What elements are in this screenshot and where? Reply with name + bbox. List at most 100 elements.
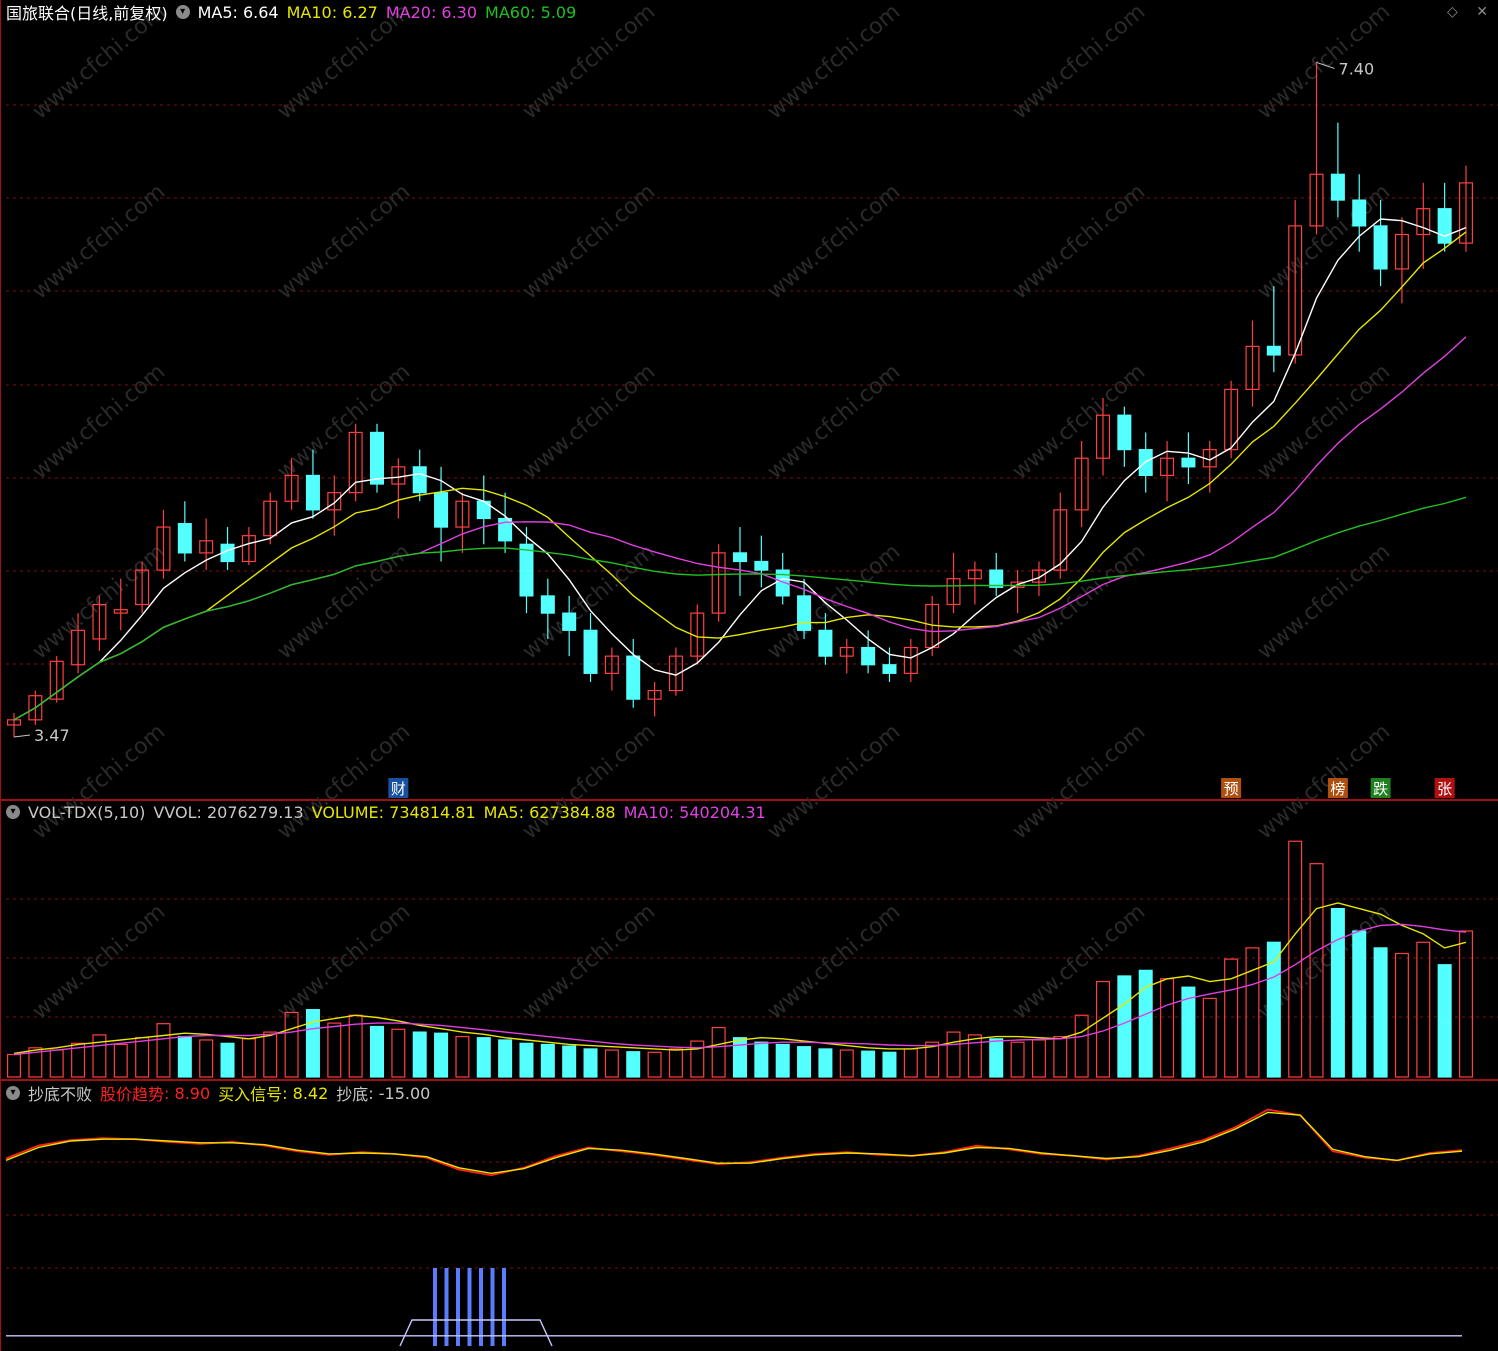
buy-signal-bar [479,1268,483,1346]
volume-bar [6,1053,22,1078]
event-marker-label: 张 [1437,780,1452,798]
volume-bar [647,1051,662,1078]
indicator-panel-toggle-icon[interactable]: ▾ [6,1086,20,1100]
close-icon[interactable]: ✕ [1476,4,1488,20]
buy-signal-bar [467,1268,472,1346]
volume-bar [241,1038,256,1078]
volume-bar [113,1043,128,1078]
volume-bar [177,1035,192,1078]
volume-bar [1181,986,1196,1078]
diamond-icon[interactable]: ◇ [1447,4,1458,20]
volume-bar [626,1051,641,1078]
candle-body [861,646,876,666]
volume-bar [305,1009,320,1078]
volume-bar [1160,978,1175,1078]
candle-body [583,629,598,674]
watermark-text: www.cfchi.com [273,359,415,484]
volume-bar [1352,930,1367,1078]
volume-bar [498,1039,513,1078]
watermark-text: www.cfchi.com [518,899,660,1024]
volume-bar [903,1048,918,1078]
candle-body [434,492,449,528]
low-price-label: 3.47 [34,726,70,745]
stock-title[interactable]: 国旅联合(日线,前复权) [6,0,168,24]
volume-bar [668,1048,683,1078]
volume-bar [1138,969,1153,1078]
volume-bar [519,1042,534,1078]
ma10-line [13,231,1467,721]
volume-bar [818,1048,833,1078]
watermark-text: www.cfchi.com [1253,359,1395,484]
volume-panel-header: ▾ VOL-TDX(5,10) VVOL: 2076279.13 VOLUME:… [6,800,774,824]
volume-bar [49,1049,64,1078]
volume-bar [1437,964,1452,1078]
stock-chart-svg[interactable]: www.cfchi.com www.cfchi.com www.cfchi.com w… [0,0,1498,1351]
volume-value: VOLUME: 734814.81 [311,802,476,822]
volume-toggle-icon[interactable]: ▾ [6,805,20,819]
volume-bar [220,1042,235,1078]
ma5-line [13,218,1467,721]
signal-label: 买入信号 [218,1085,283,1104]
watermark-text: www.cfchi.com [518,719,660,844]
trend-label: 股价趋势 [100,1085,165,1104]
vvol-value: VVOL: 2076279.13 [153,802,304,822]
candle-body [989,569,1004,588]
volume-bar [1031,1039,1046,1078]
volume-bar [861,1050,876,1078]
volume-bar [199,1039,214,1078]
candle-body [818,629,833,657]
volume-bar [797,1046,812,1078]
volume-bar [156,1023,171,1078]
candle-body [626,655,641,700]
volume-bar [732,1037,748,1078]
signal-line [5,1111,1463,1175]
watermark-text: www.cfchi.com [518,359,660,484]
buy-signal-bar [456,1268,460,1346]
candle-body [562,612,577,631]
candle-body [540,595,555,614]
candle-body [797,595,812,631]
watermark-text: www.cfchi.com [1008,719,1150,844]
candle-body [1266,345,1281,356]
candle-body [1373,225,1388,270]
ma10-value: MA10: 6.27 [286,2,378,22]
watermark-text: www.cfchi.com [1008,0,1150,125]
volume-bar [327,1022,342,1078]
candle-body [1330,173,1345,201]
watermark-text: www.cfchi.com [1008,539,1150,664]
volume-bar [1288,840,1303,1078]
volume-ma10-line [13,923,1467,1056]
volume-bar [1053,1035,1068,1078]
volume-bar [754,1041,769,1078]
buy-signal-bar [502,1268,506,1346]
watermark-text: www.cfchi.com [28,899,170,1024]
vol-indicator-name[interactable]: VOL-TDX(5,10) [28,803,145,822]
candle-body [754,560,769,571]
volume-bar [946,1031,961,1078]
ma5-value: MA5: 6.64 [197,2,279,22]
volume-bar [1330,907,1345,1078]
volume-bar [455,1035,470,1078]
volume-bar [135,1037,150,1078]
volume-bar [562,1045,577,1078]
event-marker-label: 跌 [1373,780,1388,798]
candle-body [369,431,385,485]
candle-body [732,552,748,563]
volume-bar [476,1037,491,1078]
high-price-label: 7.40 [1339,59,1375,78]
volume-bar [1373,947,1388,1078]
low-pointer [13,734,31,738]
indicator-name[interactable]: 抄底不败 [28,1081,92,1105]
volume-bar [434,1032,449,1078]
event-marker-label: 榜 [1330,780,1345,798]
buy-signal-bar [444,1268,449,1346]
candle-body [412,466,427,494]
bottom-label: 抄底 [336,1085,369,1104]
volume-bar [391,1028,406,1078]
indicator-toggle-icon[interactable]: ▾ [175,5,190,19]
vol-ma5-value: MA5: 627384.88 [483,802,616,822]
candle-body [177,523,192,554]
candle-body [519,543,534,597]
vol-ma10-value: MA10: 540204.31 [623,802,766,822]
watermark-text: www.cfchi.com [1253,539,1395,664]
